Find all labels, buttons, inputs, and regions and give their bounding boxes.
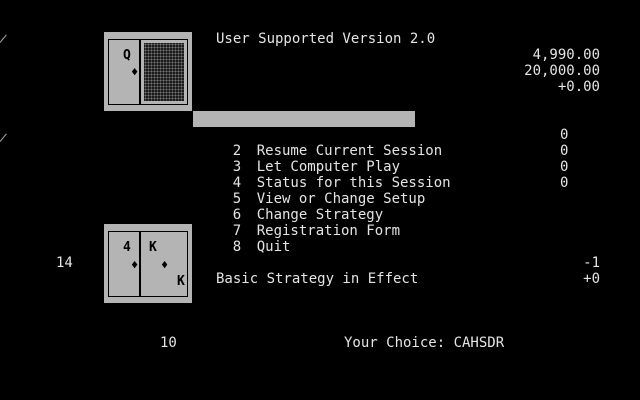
diamond-icon: ♦ xyxy=(131,258,139,272)
true-count: +0 xyxy=(583,271,600,287)
cards-remaining: 10 xyxy=(160,335,177,351)
menu-item-quit[interactable]: 8 Quit xyxy=(193,223,415,255)
card-rank: K xyxy=(149,240,157,255)
menu-item-label: Quit xyxy=(256,239,291,255)
menu-item-change-strategy[interactable]: 6 Change Strategy xyxy=(193,191,415,223)
menu-item-resume-session[interactable]: 2 Resume Current Session xyxy=(193,127,442,159)
dealer-hand: Q ♦ xyxy=(104,32,192,111)
strategy-status: Basic Strategy in Effect xyxy=(216,271,419,287)
total-value: 20,000.00 xyxy=(524,63,600,79)
player-card-1: 4 ♦ xyxy=(108,231,140,297)
player-hand-total: 14 xyxy=(56,255,73,271)
menu-item-number: 8 xyxy=(232,239,242,255)
resume-count: 0 xyxy=(560,127,569,143)
player-hand: 4 ♦ K ♦ K xyxy=(104,224,192,303)
diamond-icon: ♦ xyxy=(161,258,169,272)
menu-item-let-computer-play[interactable]: 3 Let Computer Play xyxy=(193,143,415,175)
menu-item-start-new-session[interactable]: 1 Start New Session xyxy=(193,111,415,143)
player-card-2: K ♦ K xyxy=(140,231,188,297)
menu-item-status[interactable]: 4 Status for this Session xyxy=(193,159,451,191)
card-rank: Q xyxy=(123,48,131,63)
status-count: 0 xyxy=(560,159,569,175)
dealer-card-hole xyxy=(140,39,188,105)
edge-mark xyxy=(0,34,7,43)
diamond-icon: ♦ xyxy=(131,65,139,79)
menu-item-setup[interactable]: 5 View or Change Setup xyxy=(193,175,426,207)
dealer-card-up: Q ♦ xyxy=(108,39,140,105)
version-title: User Supported Version 2.0 xyxy=(216,31,436,47)
menu-item-registration-form[interactable]: 7 Registration Form xyxy=(193,207,415,239)
card-rank: 4 xyxy=(123,240,131,255)
bankroll-value: 4,990.00 xyxy=(532,47,600,63)
setup-count: 0 xyxy=(560,175,569,191)
running-count: -1 xyxy=(583,255,600,271)
choice-prompt[interactable]: Your Choice: CAHSDR xyxy=(344,335,504,351)
edge-mark xyxy=(0,133,7,142)
computer-play-count: 0 xyxy=(560,143,569,159)
card-rank-corner: K xyxy=(177,274,185,289)
card-back-pattern xyxy=(144,43,184,101)
change-value: +0.00 xyxy=(557,79,600,95)
